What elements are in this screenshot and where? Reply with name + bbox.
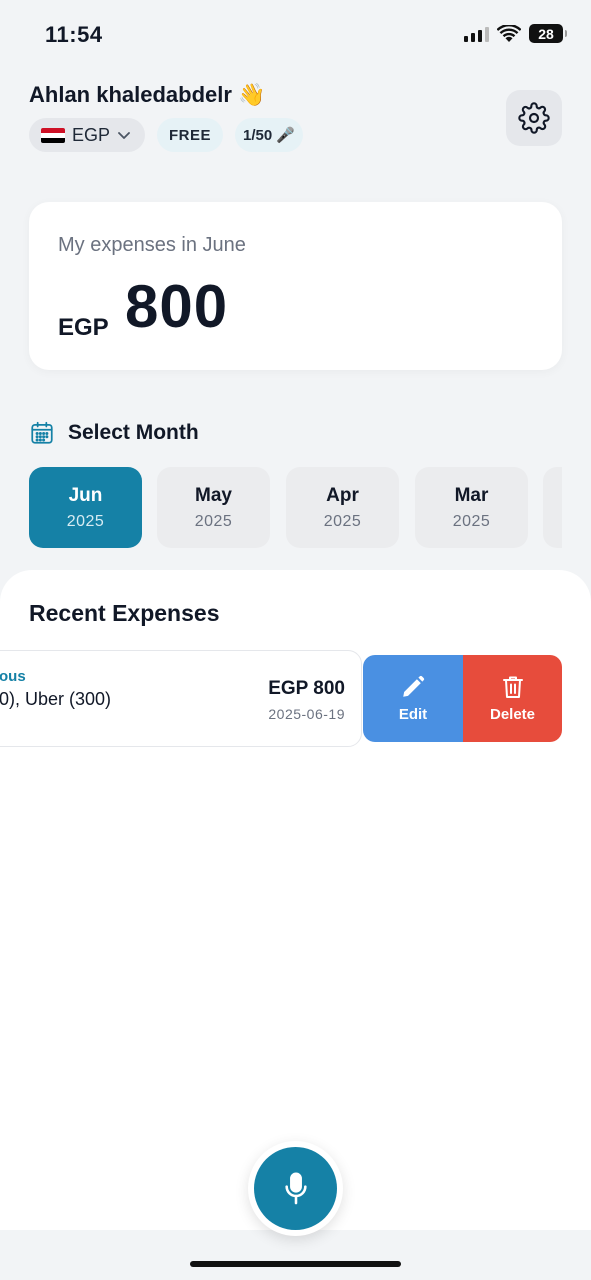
month-item-may[interactable]: May 2025 [157, 467, 270, 548]
voice-record-button[interactable] [248, 1141, 343, 1236]
expense-row[interactable]: ous 0), Uber (300) EGP 800 2025-06-19 [0, 650, 362, 747]
status-icons: 28 [464, 24, 567, 43]
month-item-jun[interactable]: Jun 2025 [29, 467, 142, 548]
monthly-summary-card: My expenses in June EGP 800 [29, 202, 562, 370]
wifi-icon [497, 24, 521, 42]
month-year: 2025 [194, 512, 233, 530]
battery-level: 28 [538, 25, 554, 42]
plan-label: FREE [169, 126, 212, 144]
month-strip[interactable]: Jun 2025 May 2025 Apr 2025 Mar 2025 [29, 467, 562, 549]
summary-label: My expenses in June [58, 234, 246, 256]
plan-badge: FREE [157, 118, 224, 152]
calendar-icon [31, 421, 53, 444]
bottom-bar [0, 1230, 591, 1280]
month-year: 2025 [452, 512, 491, 530]
pencil-icon [403, 675, 425, 697]
chevron-down-icon [118, 132, 130, 139]
currency-code: EGP [72, 124, 111, 145]
month-name: Apr [326, 484, 359, 506]
home-indicator[interactable] [190, 1261, 401, 1267]
expense-date: 2025-06-19 [268, 706, 345, 722]
month-item-partial[interactable] [543, 467, 562, 548]
month-year: 2025 [323, 512, 362, 530]
expense-category: ous [0, 668, 26, 685]
delete-label: Delete [489, 706, 536, 723]
voice-record-button-inner [254, 1147, 337, 1230]
month-item-apr[interactable]: Apr 2025 [286, 467, 399, 548]
month-name: Jun [68, 484, 103, 506]
month-selector-title: Select Month [68, 421, 199, 444]
usage-count: 1/50 [243, 126, 273, 144]
egypt-flag-icon [41, 127, 65, 143]
summary-currency: EGP [58, 314, 109, 341]
month-year: 2025 [66, 512, 105, 530]
month-item-mar[interactable]: Mar 2025 [415, 467, 528, 548]
voice-usage-badge: 1/50 🎤 [235, 118, 303, 152]
battery-icon: 28 [529, 24, 567, 43]
header-chips: EGP FREE 1/50 🎤 [29, 118, 303, 152]
edit-button[interactable]: Edit [363, 655, 463, 742]
delete-button[interactable]: Delete [463, 655, 562, 742]
greeting-text: Ahlan khaledabdelr 👋 [29, 82, 266, 107]
microphone-icon [284, 1172, 307, 1204]
month-name: Mar [454, 484, 489, 506]
expense-description: 0), Uber (300) [0, 689, 112, 709]
expense-amount: EGP 800 [268, 678, 345, 699]
edit-label: Edit [398, 706, 428, 723]
cellular-signal-icon [464, 26, 489, 42]
summary-amount: 800 [125, 273, 229, 340]
status-bar: 11:54 28 [0, 0, 591, 70]
currency-selector[interactable]: EGP [29, 118, 146, 152]
month-name: May [195, 484, 232, 506]
microphone-emoji-icon: 🎤 [276, 127, 295, 144]
recent-expenses-sheet: Recent Expenses ous 0), Uber (300) EGP 8… [0, 570, 591, 1230]
recent-expenses-title: Recent Expenses [29, 600, 220, 626]
trash-icon [502, 676, 523, 698]
settings-button[interactable] [506, 90, 562, 146]
gear-icon [518, 102, 550, 134]
status-time: 11:54 [45, 22, 103, 47]
month-selector-header: Select Month [29, 420, 199, 446]
swipe-actions: Edit Delete [363, 655, 562, 742]
